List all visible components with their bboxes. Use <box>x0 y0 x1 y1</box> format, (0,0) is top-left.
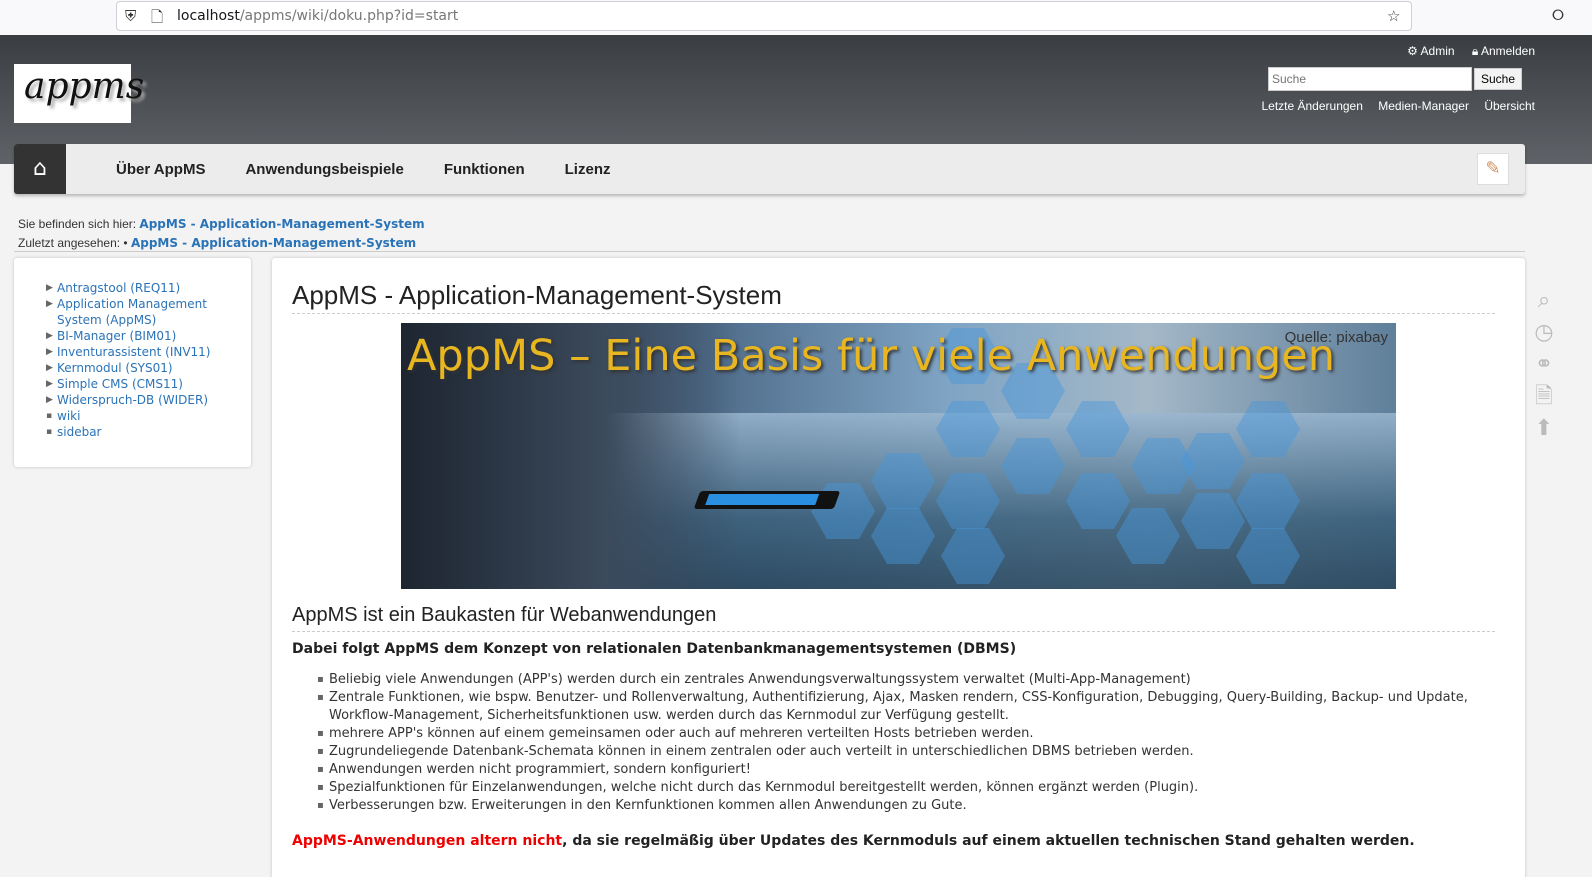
lead-text: Dabei folgt AppMS dem Konzept von relati… <box>292 641 1017 657</box>
url-text[interactable]: localhost/appms/wiki/doku.php?id=start <box>177 8 458 24</box>
nav-item-anwendungsbeispiele[interactable]: Anwendungsbeispiele <box>245 161 403 178</box>
list-item: Verbesserungen bzw. Erweiterungen in den… <box>317 797 1487 815</box>
sidebar-item[interactable]: ▶ Application Management System (AppMS) <box>46 296 236 328</box>
nav-item-ueber-appms[interactable]: Über AppMS <box>116 161 205 178</box>
closing-text: AppMS-Anwendungen altern nicht, da sie r… <box>292 833 1415 849</box>
sidebar-item[interactable]: ▶ Inventurassistent (INV11) <box>46 344 236 360</box>
trace-label: Sie befinden sich hier: <box>18 217 137 231</box>
user-tools: ⚙ Admin 🔒︎ Anmelden <box>1393 44 1535 59</box>
admin-link[interactable]: ⚙ Admin <box>1407 44 1454 58</box>
breadcrumb: Sie befinden sich hier: AppMS - Applicat… <box>18 217 425 250</box>
caret-right-icon: ▶ <box>46 379 53 389</box>
back-to-top-icon[interactable]: ⬆ <box>1530 415 1558 443</box>
sidebar-item[interactable]: ▶ Widerspruch-DB (WIDER) <box>46 392 236 408</box>
pocket-icon[interactable]: ⭘ <box>1552 6 1564 24</box>
page-tools: ⌕ ◷ ⚭ 🗎 ⬆ <box>1530 287 1560 447</box>
sitemap-link[interactable]: Übersicht <box>1484 99 1535 113</box>
main-content: AppMS - Application-Management-System Ap… <box>272 258 1525 877</box>
shield-icon[interactable]: ⛨ <box>125 7 136 25</box>
main-navigation: ⌂ Über AppMS Anwendungsbeispiele Funktio… <box>14 144 1525 194</box>
recent-link[interactable]: AppMS - Application-Management-System <box>131 236 416 250</box>
sidebar-item[interactable]: ▪ sidebar <box>46 424 236 440</box>
home-icon[interactable]: ⌂ <box>14 144 66 194</box>
avatar[interactable]: ✎ <box>1477 153 1509 185</box>
divider <box>14 251 1525 252</box>
backlinks-icon[interactable]: ⚭ <box>1530 351 1558 379</box>
caret-right-icon: ▶ <box>46 363 53 373</box>
closing-rest: , da sie regelmäßig über Updates des Ker… <box>562 833 1415 849</box>
sidebar-item[interactable]: ▶ Kernmodul (SYS01) <box>46 360 236 376</box>
caret-right-icon: ▶ <box>46 395 53 405</box>
square-bullet-icon: ▪ <box>46 411 53 421</box>
browser-toolbar: ⛨ 🗋 localhost/appms/wiki/doku.php?id=sta… <box>0 0 1592 35</box>
section-heading: AppMS ist ein Baukasten für Webanwendung… <box>292 604 1495 632</box>
closing-highlight: AppMS-Anwendungen altern nicht <box>292 833 563 849</box>
list-item: Anwendungen werden nicht programmiert, s… <box>317 761 1487 779</box>
feature-list: Beliebig viele Anwendungen (APP's) werde… <box>317 671 1487 815</box>
nav-item-lizenz[interactable]: Lizenz <box>565 161 611 178</box>
media-manager-link[interactable]: Medien-Manager <box>1378 99 1469 113</box>
list-item: Spezialfunktionen für Einzelanwendungen,… <box>317 779 1487 797</box>
trace-link[interactable]: AppMS - Application-Management-System <box>139 217 424 231</box>
banner-title: AppMS – Eine Basis für viele Anwendungen <box>407 331 1336 381</box>
page-icon: 🗋 <box>151 8 164 26</box>
list-item: Beliebig viele Anwendungen (APP's) werde… <box>317 671 1487 689</box>
caret-right-icon: ▶ <box>46 283 53 293</box>
banner-image: AppMS – Eine Basis für viele Anwendungen… <box>401 323 1396 589</box>
url-bar[interactable]: ⛨ 🗋 localhost/appms/wiki/doku.php?id=sta… <box>116 1 1412 31</box>
history-icon[interactable]: ◷ <box>1530 319 1558 347</box>
sidebar-item[interactable]: ▶ Antragstool (REQ11) <box>46 280 236 296</box>
search-button[interactable]: Suche <box>1474 68 1522 90</box>
sidebar-item[interactable]: ▶ Simple CMS (CMS11) <box>46 376 236 392</box>
list-item: mehrere APP's können auf einem gemeinsam… <box>317 725 1487 743</box>
page-title: AppMS - Application-Management-System <box>292 280 1495 314</box>
square-bullet-icon: ▪ <box>46 427 53 437</box>
recent-changes-link[interactable]: Letzte Änderungen <box>1261 99 1362 113</box>
caret-right-icon: ▶ <box>46 331 53 341</box>
sidebar-item[interactable]: ▪ wiki <box>46 408 236 424</box>
search-form: Suche <box>1268 67 1522 91</box>
search-input[interactable] <box>1268 67 1472 91</box>
site-tools: Letzte Änderungen Medien-Manager Übersic… <box>1249 99 1535 113</box>
sidebar-item[interactable]: ▶ BI-Manager (BIM01) <box>46 328 236 344</box>
nav-item-funktionen[interactable]: Funktionen <box>444 161 525 178</box>
site-logo[interactable]: appms <box>14 64 144 123</box>
list-item: Zugrundeliegende Datenbank-Schemata könn… <box>317 743 1487 761</box>
pdf-icon[interactable]: 🗎 <box>1530 383 1558 411</box>
login-link[interactable]: 🔒︎ Anmelden <box>1472 44 1535 58</box>
list-item: Zentrale Funktionen, wie bspw. Benutzer-… <box>317 689 1487 725</box>
banner-tablet <box>693 491 841 509</box>
caret-right-icon: ▶ <box>46 299 53 309</box>
sidebar: ▶ Antragstool (REQ11) ▶ Application Manage… <box>14 258 251 467</box>
search-icon[interactable]: ⌕ <box>1530 287 1558 315</box>
caret-right-icon: ▶ <box>46 347 53 357</box>
bookmark-star-icon[interactable]: ☆ <box>1387 7 1400 25</box>
recent-label: Zuletzt angesehen: <box>18 236 121 250</box>
banner-source: Quelle: pixabay <box>1284 329 1388 346</box>
